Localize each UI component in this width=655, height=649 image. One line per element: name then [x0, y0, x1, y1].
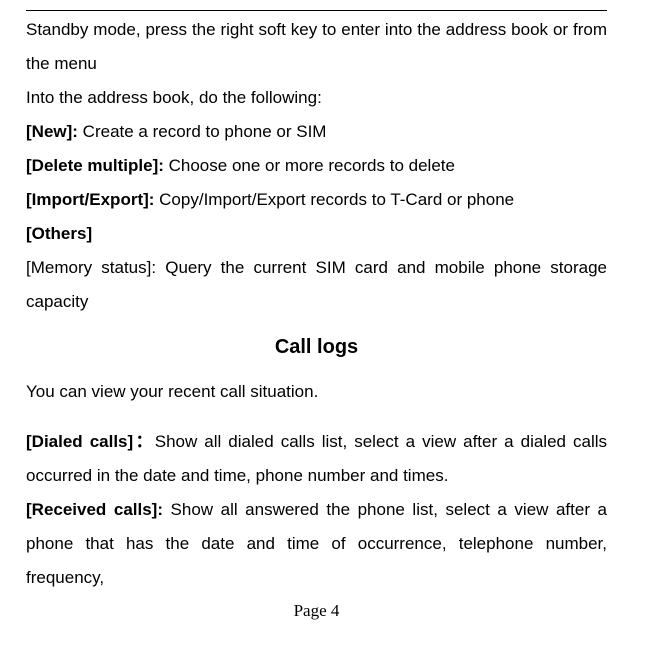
intro-1: Standby mode, press the right soft key t… [26, 13, 607, 81]
new-label: [New]: [26, 122, 83, 141]
section-heading-call-logs: Call logs [26, 325, 607, 369]
item-new: [New]: Create a record to phone or SIM [26, 115, 607, 149]
item-dialed-calls: [Dialed calls]：Show all dialed calls lis… [26, 425, 607, 493]
import-export-label: [Import/Export]: [26, 190, 159, 209]
memory-status: [Memory status]: Query the current SIM c… [26, 251, 607, 319]
others-label: [Others] [26, 224, 92, 243]
calllogs-intro: You can view your recent call situation. [26, 375, 607, 409]
top-divider [26, 10, 607, 11]
new-text: Create a record to phone or SIM [83, 122, 327, 141]
item-received-calls: [Received calls]: Show all answered the … [26, 493, 607, 595]
delete-multiple-text: Choose one or more records to delete [169, 156, 455, 175]
import-export-text: Copy/Import/Export records to T-Card or … [159, 190, 514, 209]
item-others: [Others] [26, 217, 607, 251]
delete-multiple-label: [Delete multiple]: [26, 156, 169, 175]
item-delete-multiple: [Delete multiple]: Choose one or more re… [26, 149, 607, 183]
received-calls-label: [Received calls]: [26, 500, 171, 519]
page-number: Page 4 [26, 601, 607, 621]
dialed-calls-label: [Dialed calls]： [26, 432, 155, 451]
page-content: Standby mode, press the right soft key t… [26, 13, 607, 595]
intro-2: Into the address book, do the following: [26, 81, 607, 115]
item-import-export: [Import/Export]: Copy/Import/Export reco… [26, 183, 607, 217]
